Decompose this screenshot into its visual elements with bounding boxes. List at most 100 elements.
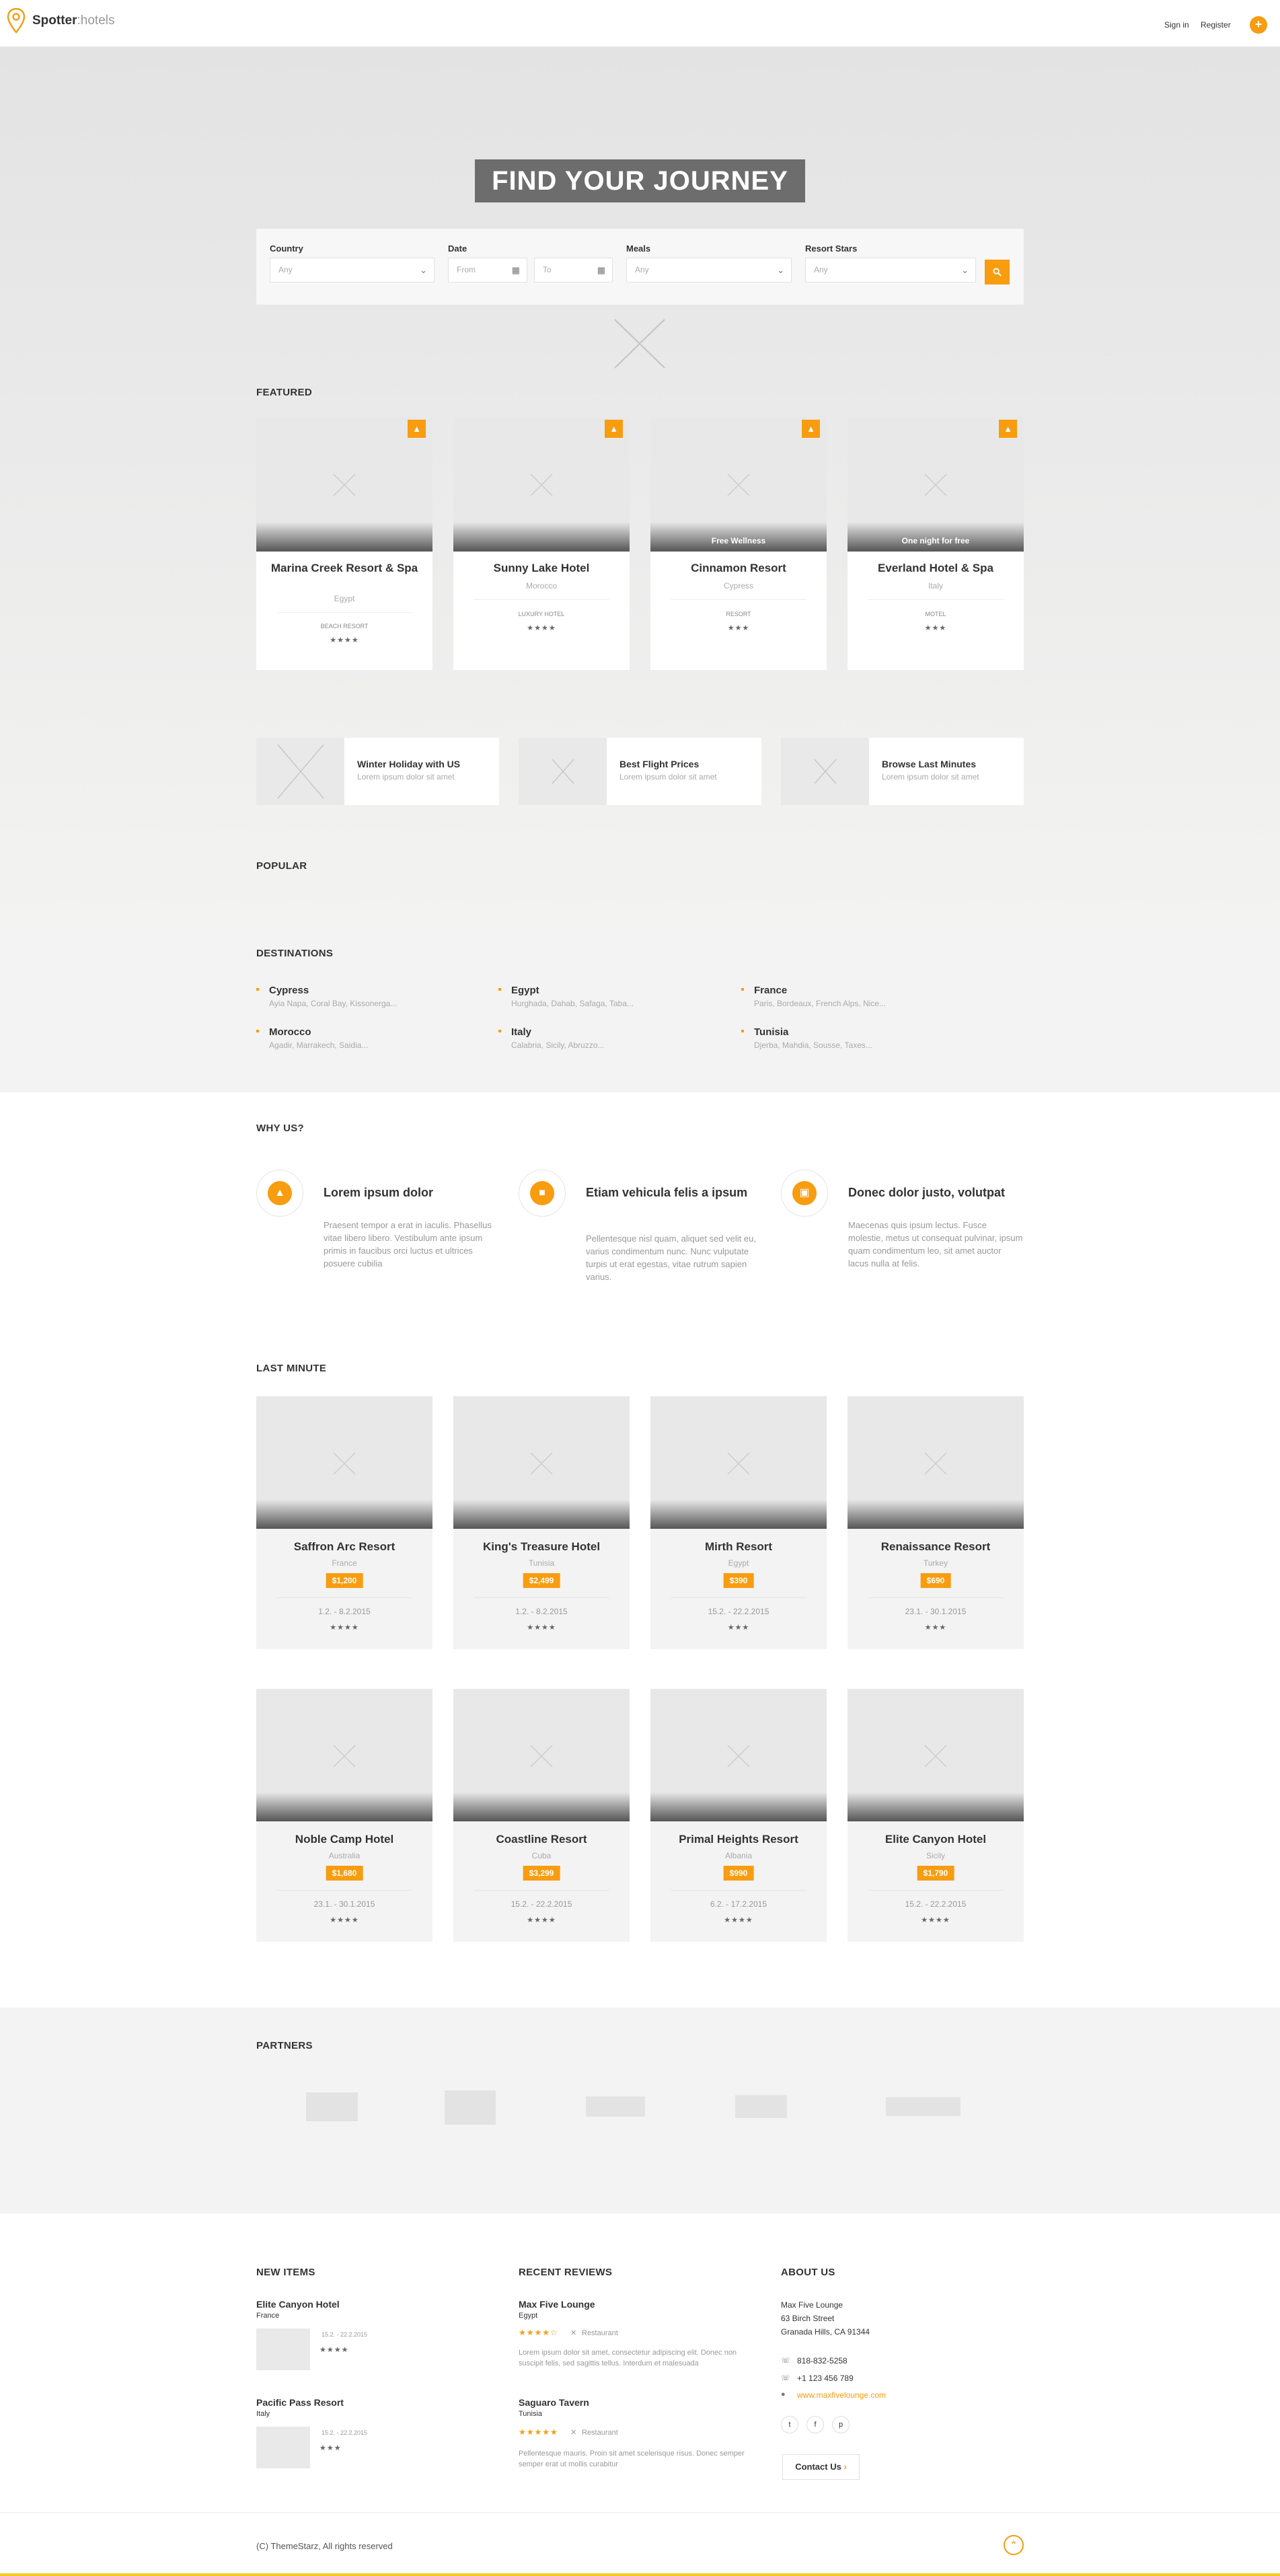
phone-1[interactable]: 818-832-5258 bbox=[797, 2356, 848, 2365]
price-badge: $390 bbox=[723, 1573, 754, 1588]
star-rating: ★★★ bbox=[319, 2444, 342, 2452]
chevron-down-icon: ⌄ bbox=[961, 265, 969, 275]
meals-label: Meals bbox=[626, 243, 651, 254]
hotel-image bbox=[256, 417, 432, 552]
travel-dates: 15.2. - 22.2.2015 bbox=[708, 1607, 769, 1616]
feature-icon-circle: ■ bbox=[519, 1170, 566, 1217]
last-minute-card[interactable]: Coastline Resort Cuba $3,299 15.2. - 22.2.2… bbox=[453, 1689, 630, 1942]
featured-card[interactable]: ▲ Free Wellness Cinnamon Resort Cypress … bbox=[650, 417, 827, 670]
last-minute-card[interactable]: Mirth Resort Egypt $390 15.2. - 22.2.2015 ★★… bbox=[650, 1396, 827, 1649]
country-field: Country Any ⌄ bbox=[270, 243, 435, 282]
destination-cities: Calabria, Sicily, Abruzzo... bbox=[511, 1040, 605, 1050]
bottom-accent-bar bbox=[0, 2573, 1280, 2576]
review-country: Tunisia bbox=[519, 2410, 543, 2418]
travel-dates: 1.2. - 8.2.2015 bbox=[318, 1607, 371, 1616]
last-minute-card[interactable]: King's Treasure Hotel Tunisia $2,499 1.2. -… bbox=[453, 1396, 630, 1649]
last-minute-card[interactable]: Noble Camp Hotel Australia $1,680 23.1. - 3… bbox=[256, 1689, 432, 1942]
partner-logo[interactable] bbox=[586, 2096, 645, 2117]
destinations-section: DESTINATIONS Cypress Ayia Napa, Coral Bay… bbox=[0, 920, 1280, 1092]
featured-title: FEATURED bbox=[256, 387, 312, 398]
divider bbox=[474, 599, 609, 600]
map-pin-icon bbox=[7, 8, 26, 34]
hotel-name: Noble Camp Hotel bbox=[295, 1833, 394, 1846]
partner-logo[interactable] bbox=[306, 2092, 358, 2121]
meals-select[interactable]: Any ⌄ bbox=[626, 258, 792, 282]
partner-logo[interactable] bbox=[735, 2095, 787, 2118]
review-name[interactable]: Saguaro Tavern bbox=[519, 2397, 589, 2408]
hotel-location: Egypt bbox=[728, 1558, 749, 1568]
why-us-title: WHY US? bbox=[256, 1123, 304, 1134]
thumbs-up-icon[interactable]: ▲ bbox=[802, 420, 820, 438]
feature-icon-circle: ▣ bbox=[781, 1170, 828, 1217]
phone-2[interactable]: +1 123 456 789 bbox=[797, 2374, 854, 2383]
brand-logo[interactable]: Spotter:hotels bbox=[7, 8, 114, 34]
promo-card[interactable]: Best Flight Prices Lorem ipsum dolor sit… bbox=[519, 738, 761, 805]
featured-card[interactable]: ▲ One night for free Everland Hotel & Sp… bbox=[848, 417, 1024, 670]
travel-dates: 1.2. - 8.2.2015 bbox=[515, 1607, 568, 1616]
destination-cities: Hurghada, Dahab, Safaga, Taba... bbox=[511, 999, 634, 1008]
hotel-type: MOTEL bbox=[925, 611, 946, 617]
search-button[interactable] bbox=[985, 260, 1010, 285]
hotel-location: Morocco bbox=[525, 581, 557, 591]
chevron-right-icon: › bbox=[843, 2462, 847, 2472]
travel-dates: 6.2. - 17.2.2015 bbox=[710, 1899, 767, 1909]
twitter-icon[interactable]: t bbox=[781, 2416, 798, 2433]
destination-name: Italy bbox=[511, 1026, 532, 1038]
thumbs-up-icon[interactable]: ▲ bbox=[605, 420, 623, 438]
country-select[interactable]: Any ⌄ bbox=[270, 258, 435, 282]
website-link[interactable]: www.maxfivelounge.com bbox=[797, 2390, 886, 2400]
promo-subtitle: Lorem ipsum dolor sit amet bbox=[619, 772, 717, 782]
promo-card[interactable]: Browse Last Minutes Lorem ipsum dolor si… bbox=[781, 738, 1024, 805]
featured-card[interactable]: ▲ Marina Creek Resort & Spa Egypt BEACH … bbox=[256, 417, 432, 670]
facebook-icon[interactable]: f bbox=[806, 2416, 824, 2433]
register-link[interactable]: Register bbox=[1201, 20, 1231, 30]
price-badge: $990 bbox=[723, 1866, 754, 1881]
price-badge: $1,200 bbox=[326, 1573, 363, 1588]
hotel-image bbox=[453, 1689, 630, 1821]
meals-field: Meals Any ⌄ bbox=[626, 243, 792, 282]
scroll-top-icon[interactable]: ⌃ bbox=[1004, 2535, 1024, 2555]
bottom-bar: (C) ThemeStarz, All rights reserved ⌃ bbox=[0, 2512, 1280, 2576]
hotel-location: Sicily bbox=[926, 1851, 945, 1860]
review-rating: ★★★★★ bbox=[519, 2427, 558, 2437]
feature-description: Pellentesque nisl quam, aliquet sed veli… bbox=[586, 1234, 756, 1282]
new-item-name[interactable]: Pacific Pass Resort bbox=[256, 2397, 344, 2408]
pinterest-icon[interactable]: p bbox=[832, 2416, 850, 2433]
hotel-location: Italy bbox=[928, 581, 943, 591]
star-rating: ★★★ bbox=[924, 624, 947, 632]
hotel-location: Egypt bbox=[334, 594, 355, 603]
promo-card[interactable]: Winter Holiday with US Lorem ipsum dolor… bbox=[256, 738, 499, 805]
image-placeholder-icon bbox=[614, 319, 665, 369]
sign-in-link[interactable]: Sign in bbox=[1164, 20, 1189, 30]
bullet bbox=[498, 1030, 501, 1032]
review-name[interactable]: Max Five Lounge bbox=[519, 2299, 595, 2310]
date-to-input[interactable]: To ▦ bbox=[534, 258, 613, 282]
review-category: Restaurant bbox=[582, 2429, 618, 2437]
last-minute-card[interactable]: Elite Canyon Hotel Sicily $1,790 15.2. - 22… bbox=[848, 1689, 1024, 1942]
phone-icon: ☏ bbox=[781, 2357, 790, 2365]
new-item-name[interactable]: Elite Canyon Hotel bbox=[256, 2299, 340, 2310]
country-label: Country bbox=[270, 243, 303, 254]
about-us-title: ABOUT US bbox=[781, 2267, 835, 2278]
new-item-thumbnail[interactable] bbox=[256, 2427, 310, 2468]
last-minute-card[interactable]: Primal Heights Resort Albania $990 6.2. - 1… bbox=[650, 1689, 827, 1942]
review-country: Egypt bbox=[519, 2312, 538, 2320]
new-item-thumbnail[interactable] bbox=[256, 2328, 310, 2370]
hotel-location: Australia bbox=[328, 1851, 361, 1860]
featured-card[interactable]: ▲ Sunny Lake Hotel Morocco LUXURY HOTEL … bbox=[453, 417, 630, 670]
thumbs-up-icon[interactable]: ▲ bbox=[408, 420, 426, 438]
add-button[interactable]: + bbox=[1250, 16, 1267, 34]
last-minute-card[interactable]: Renaissance Resort Turkey $690 23.1. - 30.1… bbox=[848, 1396, 1024, 1649]
about-street: 63 Birch Street bbox=[781, 2314, 835, 2323]
partner-logo[interactable] bbox=[445, 2090, 496, 2125]
thumbs-up-icon[interactable]: ▲ bbox=[999, 420, 1017, 438]
hotel-type: RESORT bbox=[726, 611, 751, 617]
hotel-image bbox=[650, 1396, 827, 1529]
globe-icon: ● bbox=[781, 2390, 786, 2398]
date-from-input[interactable]: From ▦ bbox=[448, 258, 527, 282]
contact-us-button[interactable]: Contact Us › bbox=[782, 2454, 860, 2480]
stars-select[interactable]: Any ⌄ bbox=[805, 258, 976, 282]
last-minute-card[interactable]: Saffron Arc Resort France $1,200 1.2. - 8.2… bbox=[256, 1396, 432, 1649]
partner-logo[interactable] bbox=[886, 2097, 961, 2116]
date-label: Date bbox=[448, 243, 467, 254]
